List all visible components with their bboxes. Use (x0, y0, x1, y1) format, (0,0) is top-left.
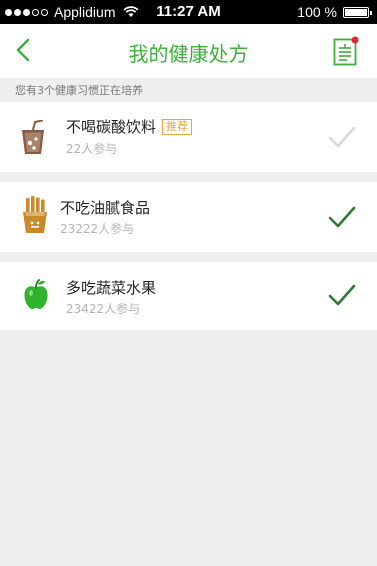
battery-icon (343, 6, 372, 18)
habit-name: 多吃蔬菜水果 (66, 279, 157, 297)
check-icon[interactable] (327, 124, 357, 150)
habit-row-no-greasy[interactable]: 不吃油腻食品 23222人参与 (0, 182, 377, 252)
notification-badge (351, 36, 359, 44)
habit-name: 不喝碳酸饮料 推荐 (66, 116, 193, 137)
habit-name: 不吃油腻食品 (60, 199, 151, 217)
habit-name-text: 不喝碳酸饮料 (66, 118, 157, 136)
soda-cup-icon (22, 120, 44, 154)
participants-count: 23422人参与 (66, 302, 141, 316)
recommend-tag: 推荐 (162, 119, 193, 135)
apple-icon (24, 279, 48, 310)
participants-count: 23222人参与 (60, 222, 135, 236)
participants-count: 22人参与 (66, 142, 118, 156)
nav-bar: 我的健康处方 (0, 24, 377, 78)
check-icon[interactable] (327, 282, 357, 308)
prescription-document-icon[interactable] (333, 36, 359, 66)
habit-row-more-vegetables[interactable]: 多吃蔬菜水果 23422人参与 (0, 262, 377, 330)
status-right: 100 % (297, 4, 372, 20)
battery-label: 100 % (297, 4, 337, 20)
page-title: 我的健康处方 (128, 42, 249, 66)
fries-icon (23, 196, 47, 233)
habit-row-no-soda[interactable]: 不喝碳酸饮料 推荐 22人参与 (0, 102, 377, 172)
status-bar: Applidium 11:27 AM 100 % (0, 0, 377, 24)
section-header: 您有3个健康习惯正在培养 (15, 84, 143, 97)
check-icon[interactable] (327, 204, 357, 230)
